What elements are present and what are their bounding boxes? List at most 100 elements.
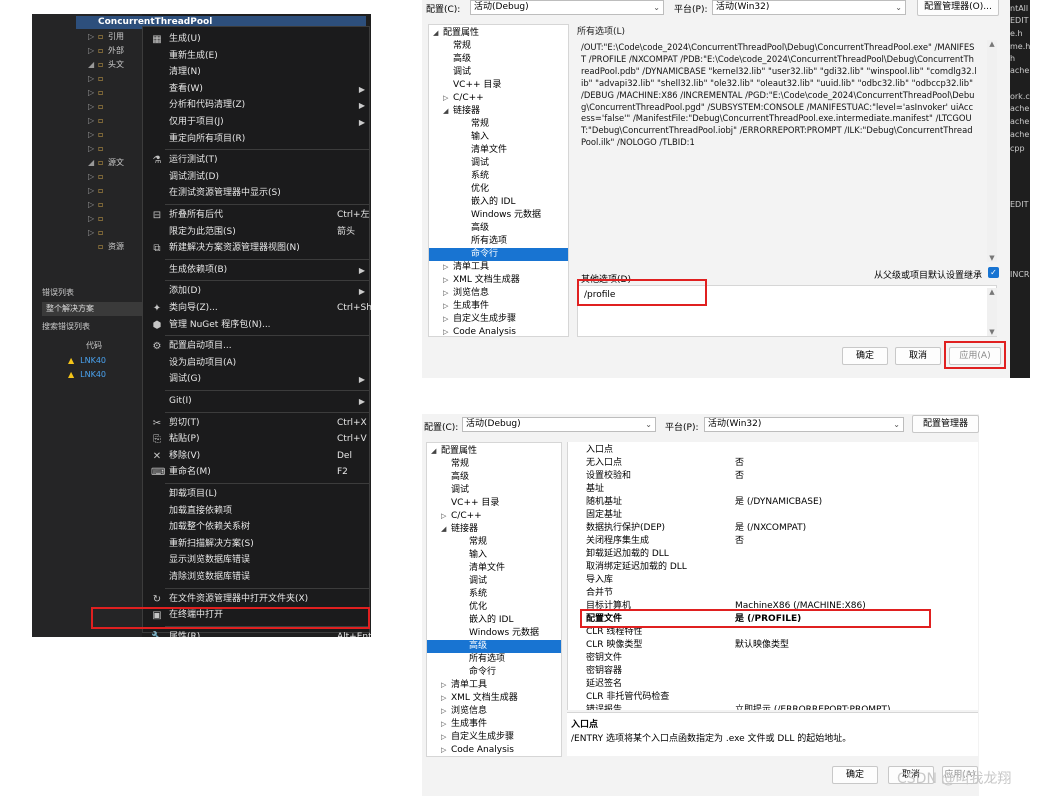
tree-node[interactable]: ▷ ▫ [88, 198, 124, 212]
expand-arrow-icon[interactable]: ▷ [441, 692, 446, 705]
expand-arrow-icon[interactable]: ▷ [441, 731, 446, 744]
tree-node[interactable]: ▷ 浏览信息 [429, 287, 568, 300]
menu-item[interactable]: 在测试资源管理器中显示(S) [143, 185, 369, 202]
tree-node[interactable]: 嵌入的 IDL [427, 614, 561, 627]
tree-node[interactable]: 常规 [429, 118, 568, 131]
menu-item[interactable]: ✂ 剪切(T) Ctrl+X [143, 415, 369, 432]
expand-arrow-icon[interactable]: ◢ [443, 105, 448, 118]
menu-item[interactable]: 清除浏览数据库错误 [143, 569, 369, 586]
property-row[interactable]: 随机基址 是 (/DYNAMICBASE) [568, 496, 978, 509]
tree-node[interactable]: Windows 元数据 [427, 627, 561, 640]
warning-row[interactable]: ▲ LNK40 [68, 356, 106, 365]
scroll-down-icon[interactable]: ▼ [987, 328, 997, 336]
expand-arrow-icon[interactable]: ▷ [443, 326, 448, 336]
tree-node[interactable]: 高级 [429, 53, 568, 66]
property-row[interactable]: 合并节 [568, 587, 978, 600]
tree-node[interactable]: ▷ 清单工具 [429, 261, 568, 274]
menu-item[interactable]: ▦ 生成(U) [143, 31, 369, 48]
tree-node[interactable]: ◢ 配置属性 [427, 445, 561, 458]
menu-item[interactable]: 分析和代码清理(Z) ▶ [143, 97, 369, 114]
all-options-scrollbar[interactable]: ▲ ▼ [987, 40, 997, 262]
cancel-button[interactable]: 取消 [895, 347, 941, 365]
property-row[interactable]: 延迟签名 [568, 678, 978, 691]
menu-item[interactable]: 查看(W) ▶ [143, 81, 369, 98]
menu-item[interactable]: ⎘ 粘贴(P) Ctrl+V [143, 431, 369, 448]
property-row[interactable]: 固定基址 [568, 509, 978, 522]
expand-arrow-icon[interactable]: ◢ [431, 445, 436, 458]
config-select[interactable]: 活动(Debug) ⌄ [462, 417, 656, 432]
tree-node[interactable]: ▷ ▫ [88, 100, 124, 114]
property-row[interactable]: CLR 非托管代码检查 [568, 691, 978, 704]
property-row[interactable]: 卸载延迟加载的 DLL [568, 548, 978, 561]
inherit-checkbox[interactable]: ✓ [988, 267, 999, 278]
expand-arrow-icon[interactable]: ▷ [88, 226, 98, 240]
expand-arrow-icon[interactable]: ◢ [88, 156, 98, 170]
tree-node[interactable]: 调试 [427, 484, 561, 497]
tree-node[interactable]: ▷ 生成事件 [429, 300, 568, 313]
tree-node[interactable]: ▷ ▫ [88, 226, 124, 240]
tree-node[interactable]: ▷ ▫ [88, 184, 124, 198]
expand-arrow-icon[interactable]: ▷ [441, 679, 446, 692]
tree-node[interactable]: ▷ Code Analysis [429, 326, 568, 336]
menu-item[interactable]: 重定向所有项目(R) [143, 131, 369, 148]
property-row[interactable]: 取消绑定延迟加载的 DLL [568, 561, 978, 574]
tree-node[interactable]: 系统 [427, 588, 561, 601]
menu-item[interactable]: 限定为此范围(S) [143, 224, 369, 241]
tree-node[interactable]: ▷ 生成事件 [427, 718, 561, 731]
additional-options-scrollbar[interactable]: ▲ ▼ [987, 288, 997, 336]
config-manager-button[interactable]: 配置管理器(O)... [917, 0, 999, 16]
expand-arrow-icon[interactable]: ▷ [441, 744, 446, 756]
property-row[interactable]: 错误报告 立即提示 (/ERRORREPORT:PROMPT) [568, 704, 978, 710]
tree-node[interactable]: ◢ 链接器 [427, 523, 561, 536]
tree-node[interactable]: 命令行 [429, 248, 568, 261]
menu-item[interactable]: 重新扫描解决方案(S) [143, 536, 369, 553]
tree-node[interactable]: 命令行 [427, 666, 561, 679]
expand-arrow-icon[interactable]: ▷ [443, 92, 448, 105]
tree-node[interactable]: ▫ 资源 [88, 240, 124, 254]
menu-item[interactable]: ↻ 在文件资源管理器中打开文件夹(X) [143, 591, 369, 608]
tree-node[interactable]: ▷ ▫ [88, 114, 124, 128]
ok-button[interactable]: 确定 [842, 347, 888, 365]
tree-node[interactable]: VC++ 目录 [427, 497, 561, 510]
tree-node[interactable]: ▷ 浏览信息 [427, 705, 561, 718]
tree-node[interactable]: ◢ 链接器 [429, 105, 568, 118]
property-row[interactable]: 导入库 [568, 574, 978, 587]
tree-node[interactable]: 调试 [427, 575, 561, 588]
tree-node[interactable]: ▷ ▫ [88, 86, 124, 100]
menu-item[interactable]: ✕ 移除(V) Del [143, 448, 369, 465]
menu-item[interactable]: 清理(N) [143, 64, 369, 81]
menu-item[interactable]: ✦ 类向导(Z)... Ctrl+Shift+X [143, 300, 371, 317]
tree-node[interactable]: 清单文件 [429, 144, 568, 157]
tree-node[interactable]: ◢ ▫ 源文 [88, 156, 124, 170]
menu-item[interactable]: 设为启动项目(A) [143, 355, 369, 372]
scroll-down-icon[interactable]: ▼ [987, 254, 997, 262]
menu-item[interactable]: 调试测试(D) [143, 169, 369, 186]
menu-item[interactable]: 加载整个依赖关系树 [143, 519, 369, 536]
expand-arrow-icon[interactable]: ▷ [88, 86, 98, 100]
tree-node[interactable]: ▷ 清单工具 [427, 679, 561, 692]
property-row[interactable]: 基址 [568, 483, 978, 496]
menu-item[interactable]: 仅用于项目(J) ▶ [143, 114, 369, 131]
menu-item[interactable]: 添加(D) ▶ [143, 283, 369, 300]
expand-arrow-icon[interactable]: ▷ [443, 300, 448, 313]
config-manager-button[interactable]: 配置管理器(O)... [912, 415, 979, 433]
tree-node[interactable]: 常规 [429, 40, 568, 53]
property-row[interactable]: 无入口点 否 [568, 457, 978, 470]
config-select[interactable]: 活动(Debug) ⌄ [470, 0, 664, 15]
tree-node[interactable]: 优化 [429, 183, 568, 196]
tree-node[interactable]: 高级 [427, 640, 561, 653]
tree-node[interactable]: 常规 [427, 458, 561, 471]
tree-node[interactable]: 高级 [429, 222, 568, 235]
menu-item[interactable]: ⧉ 新建解决方案资源管理器视图(N) [143, 240, 369, 257]
tree-node[interactable]: 优化 [427, 601, 561, 614]
tree-node[interactable]: ▷ C/C++ [429, 92, 568, 105]
tree-node[interactable]: 系统 [429, 170, 568, 183]
tree-node[interactable]: ▷ ▫ 引用 [88, 30, 124, 44]
tree-node[interactable]: ▷ ▫ [88, 170, 124, 184]
tree-node[interactable]: 输入 [427, 549, 561, 562]
expand-arrow-icon[interactable]: ▷ [88, 100, 98, 114]
expand-arrow-icon[interactable]: ◢ [88, 58, 98, 72]
property-row[interactable]: 数据执行保护(DEP) 是 (/NXCOMPAT) [568, 522, 978, 535]
menu-item[interactable]: ⬢ 管理 NuGet 程序包(N)... [143, 317, 369, 334]
tree-node[interactable]: ▷ 自定义生成步骤 [429, 313, 568, 326]
